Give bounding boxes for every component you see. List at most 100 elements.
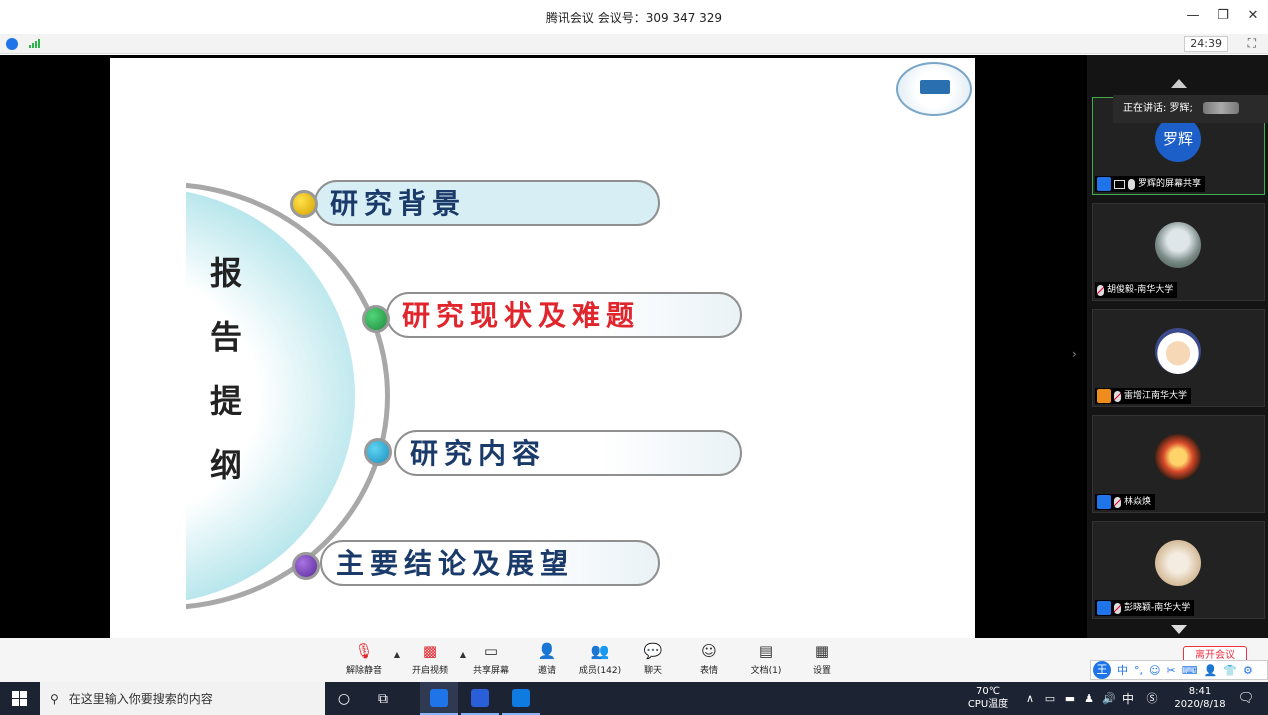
documents-button[interactable]: ▤ 文档(1)	[736, 642, 796, 676]
participant-tile[interactable]: 雷增江南华大学	[1092, 309, 1265, 407]
meeting-timer: 24:39	[1184, 36, 1228, 52]
user-icon	[1097, 389, 1111, 403]
smiley-icon: ☺	[701, 642, 717, 660]
screen-share-icon	[1114, 179, 1125, 189]
ime-punct-icon[interactable]: °,	[1134, 664, 1143, 677]
phone-app-icon	[512, 689, 530, 707]
window-controls: — ❐ ✕	[1186, 8, 1260, 23]
input-language[interactable]: 中	[1118, 689, 1138, 709]
ime-settings-icon[interactable]: ⚙	[1243, 664, 1253, 677]
slide-vertical-title: 报 告 提 纲	[209, 254, 242, 484]
mic-muted-icon	[1097, 284, 1104, 296]
user-icon	[1097, 601, 1111, 615]
shared-screen-area: 报 告 提 纲 研究背景 研究现状及难题 研究内容 主要结论及展望 ›	[0, 55, 1268, 638]
windows-start-icon[interactable]	[12, 691, 27, 706]
minimize-button[interactable]: —	[1186, 8, 1200, 23]
battery-icon[interactable]: ▬	[1060, 689, 1080, 709]
tray-expand-icon[interactable]: ∧	[1020, 689, 1040, 709]
ime-keyboard-icon[interactable]: ⌨	[1182, 664, 1198, 677]
avatar	[1155, 434, 1201, 480]
meeting-toolbar: 🎙 解除静音 ▲ ▩ 开启视频 ▲ ▭ 共享屏幕 👤 邀请 👥 成员(142) …	[0, 638, 1268, 682]
start-video-button[interactable]: ▩ 开启视频 ▲	[400, 642, 466, 676]
participant-tile[interactable]: 彭晓颖-南华大学	[1092, 521, 1265, 619]
bullet-dot-yellow	[290, 190, 318, 218]
tencent-meeting-icon	[430, 689, 448, 707]
bullet-dot-green	[362, 305, 390, 333]
settings-button[interactable]: ▦ 设置	[792, 642, 852, 676]
camera-off-icon: ▩	[422, 642, 438, 660]
network-icon[interactable]: ▭	[1040, 689, 1060, 709]
scroll-up-icon[interactable]	[1171, 79, 1187, 88]
invite-button[interactable]: 👤 邀请	[517, 642, 577, 676]
outline-item-4: 主要结论及展望	[320, 540, 660, 586]
title-bar: 腾讯会议 会议号：309 347 329 — ❐ ✕	[0, 0, 1268, 34]
taskbar-search-box[interactable]: ⚲ 在这里输入你要搜索的内容	[40, 682, 325, 715]
taskbar-app-phone[interactable]	[502, 682, 540, 715]
outline-item-2: 研究现状及难题	[386, 292, 742, 338]
participant-tile[interactable]: 胡俊毅-南华大学	[1092, 203, 1265, 301]
participant-nameplate: 彭晓颖-南华大学	[1095, 600, 1195, 616]
ime-tray-icon[interactable]: Ⓢ	[1142, 689, 1162, 709]
mic-muted-icon	[1114, 496, 1121, 508]
bullet-dot-purple	[292, 552, 320, 580]
document-icon: ▤	[758, 642, 774, 660]
security-shield-icon[interactable]	[6, 38, 18, 50]
status-row: 24:39 ⛶	[0, 34, 1268, 54]
share-screen-icon: ▭	[483, 642, 499, 660]
participant-tile[interactable]: 林焱焕	[1092, 415, 1265, 513]
ime-toolbar[interactable]: 王 中 °, ☺ ✂ ⌨ 👤 👕 ⚙	[1090, 660, 1268, 680]
ime-skin-icon[interactable]: 👕	[1223, 664, 1237, 677]
notifications-icon[interactable]: 🗨	[1236, 689, 1256, 709]
reactions-button[interactable]: ☺ 表情	[679, 642, 739, 676]
user-icon	[1097, 177, 1111, 191]
participant-nameplate: 雷增江南华大学	[1095, 388, 1192, 404]
mic-muted-icon	[1114, 602, 1121, 614]
add-user-icon: 👤	[537, 642, 557, 660]
network-signal-icon[interactable]	[29, 39, 40, 48]
chat-icon: 💬	[643, 642, 663, 660]
clock[interactable]: 8:41 2020/8/18	[1170, 685, 1230, 711]
settings-grid-icon: ▦	[814, 642, 830, 660]
scroll-down-icon[interactable]	[1171, 625, 1187, 634]
ime-tools-icon[interactable]: ✂	[1166, 664, 1175, 677]
restore-button[interactable]: ❐	[1216, 8, 1230, 23]
presentation-slide: 报 告 提 纲 研究背景 研究现状及难题 研究内容 主要结论及展望	[110, 58, 975, 638]
search-icon: ⚲	[50, 691, 59, 706]
share-screen-button[interactable]: ▭ 共享屏幕	[461, 642, 521, 676]
unmute-button[interactable]: 🎙 解除静音 ▲	[334, 642, 400, 676]
university-logo	[896, 62, 972, 116]
window-title: 腾讯会议 会议号：309 347 329	[545, 10, 723, 25]
wps-icon	[471, 689, 489, 707]
members-icon: 👥	[590, 642, 610, 660]
chat-button[interactable]: 💬 聊天	[623, 642, 683, 676]
participant-nameplate: 林焱焕	[1095, 494, 1156, 510]
cortana-icon[interactable]: ○	[334, 689, 354, 709]
outline-item-1: 研究背景	[314, 180, 660, 226]
ime-user-icon[interactable]: 👤	[1204, 664, 1218, 677]
mic-muted-icon	[1114, 390, 1121, 402]
taskbar-app-wps[interactable]	[461, 682, 499, 715]
avatar	[1155, 540, 1201, 586]
participant-nameplate: 罗辉的屏幕共享	[1095, 176, 1206, 192]
task-view-icon[interactable]: ⧉	[373, 689, 393, 709]
taskbar-app-tencent-meeting[interactable]	[420, 682, 458, 715]
panel-toggle-icon[interactable]: ›	[1072, 347, 1077, 361]
ime-emoji-icon[interactable]: ☺	[1149, 664, 1160, 677]
tray-app-icon[interactable]: ♟	[1079, 689, 1099, 709]
avatar	[1155, 222, 1201, 268]
members-button[interactable]: 👥 成员(142)	[570, 642, 630, 676]
mic-muted-icon: 🎙	[354, 642, 374, 660]
volume-icon[interactable]: 🔊	[1099, 689, 1119, 709]
windows-taskbar: ⚲ 在这里输入你要搜索的内容 ○ ⧉ 70℃ CPU温度 ∧ ▭ ▬ ♟ 🔊 中…	[0, 682, 1268, 715]
outline-item-3: 研究内容	[394, 430, 742, 476]
bullet-dot-blue	[364, 438, 392, 466]
participant-panel: 罗辉 罗辉的屏幕共享 正在讲话: 罗辉; 胡俊毅-南华大学 雷增江南华大学 林焱…	[1087, 55, 1268, 638]
ime-logo-icon[interactable]: 王	[1093, 661, 1111, 679]
participant-nameplate: 胡俊毅-南华大学	[1095, 282, 1178, 298]
avatar	[1155, 328, 1201, 374]
fullscreen-icon[interactable]: ⛶	[1248, 36, 1256, 51]
speaking-indicator: 正在讲话: 罗辉;	[1113, 95, 1268, 123]
cpu-temperature[interactable]: 70℃ CPU温度	[962, 685, 1014, 711]
ime-mode[interactable]: 中	[1117, 662, 1128, 678]
close-button[interactable]: ✕	[1246, 8, 1260, 23]
